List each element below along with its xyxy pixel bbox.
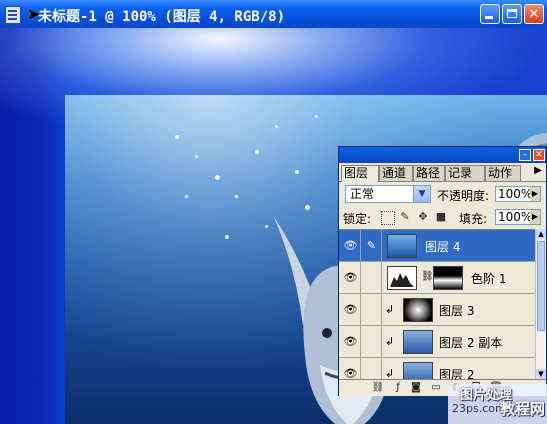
eye-icon[interactable]: 👁: [341, 294, 361, 325]
add-mask-icon[interactable]: ◙: [409, 381, 423, 394]
link-slot[interactable]: [362, 326, 382, 357]
palette-close-button[interactable]: ✕: [533, 149, 545, 161]
lock-move-icon[interactable]: ✥: [417, 211, 429, 223]
fill-input[interactable]: 100% ▶: [495, 209, 541, 225]
chain-link-icon: ⛓: [421, 271, 434, 282]
lock-row: 锁定: ✎ ✥ ■ 填充: 100% ▶: [339, 207, 546, 227]
layer-thumbnail: [403, 298, 433, 322]
link-slot[interactable]: [362, 358, 382, 379]
link-layers-icon[interactable]: ⛓: [371, 381, 385, 394]
eye-icon[interactable]: 👁: [341, 230, 361, 261]
palette-tabs: 图层 通道 路径 记录 动作 ▶: [339, 163, 546, 182]
levels-adjustment-icon: [387, 266, 417, 290]
opacity-value: 100%: [498, 187, 533, 201]
layer-mask-thumbnail: [433, 266, 463, 290]
layer-name: 图层 3: [439, 304, 475, 318]
layers-scrollbar[interactable]: ▲ ▼: [535, 229, 546, 379]
link-slot[interactable]: [362, 262, 382, 293]
lock-label: 锁定:: [343, 212, 372, 226]
bubble: [315, 115, 318, 118]
chevron-down-icon[interactable]: ▼: [413, 186, 430, 202]
layer-row-levels[interactable]: 👁 ⛓ 色阶 1: [339, 262, 535, 294]
layer-name: 图层 2: [439, 368, 475, 380]
blend-row: 正常 ▼ 不透明度: 100% ▶: [339, 183, 546, 205]
layer-row-4[interactable]: 👁 ✎ 图层 4: [339, 230, 535, 262]
palette-titlebar[interactable]: – ✕: [339, 147, 546, 163]
eye-icon[interactable]: 👁: [341, 262, 361, 293]
bubble: [275, 125, 278, 128]
tab-actions[interactable]: 动作: [485, 165, 521, 181]
fill-label: 填充:: [459, 212, 488, 226]
eye-icon[interactable]: 👁: [341, 358, 361, 379]
layer-thumbnail: [403, 362, 433, 379]
bubble: [185, 195, 188, 198]
tab-history[interactable]: 记录: [445, 165, 485, 181]
layer-row-2-copy[interactable]: 👁 ↲ 图层 2 副本: [339, 326, 535, 358]
bubble: [235, 195, 238, 198]
layer-name: 图层 4: [425, 240, 461, 254]
fill-value: 100%: [498, 210, 533, 224]
brush-icon[interactable]: ✎: [362, 230, 382, 261]
bubble: [255, 150, 259, 154]
opacity-label: 不透明度:: [437, 189, 490, 203]
tab-channels[interactable]: 通道: [379, 165, 413, 181]
bubble: [195, 155, 198, 158]
palette-minimize-button[interactable]: –: [519, 149, 531, 161]
layer-name: 色阶 1: [471, 272, 507, 286]
tab-layers[interactable]: 图层: [341, 165, 379, 182]
palette-menu-arrow-icon[interactable]: ▶: [532, 165, 544, 179]
lock-transparency-icon[interactable]: [381, 211, 395, 225]
bubble: [225, 235, 229, 239]
minimize-button[interactable]: [480, 4, 500, 24]
watermark-text-3: 教程网: [500, 400, 546, 418]
blend-mode-value: 正常: [350, 187, 375, 201]
scroll-thumb[interactable]: [537, 241, 545, 331]
maximize-button[interactable]: [502, 4, 522, 24]
lock-brush-icon[interactable]: ✎: [399, 211, 411, 223]
bubble: [175, 135, 179, 139]
fill-arrow-icon[interactable]: ▶: [530, 210, 540, 224]
lock-all-icon[interactable]: ■: [435, 211, 447, 223]
layer-row-3[interactable]: 👁 ↲ 图层 3: [339, 294, 535, 326]
clipping-arrow-icon: ↲: [385, 303, 395, 316]
opacity-arrow-icon[interactable]: ▶: [530, 187, 540, 201]
bubble: [215, 175, 220, 180]
window-title: 未标题-1 @ 100% (图层 4, RGB/8): [38, 9, 286, 25]
layers-list: 👁 ✎ 图层 4 👁 ⛓ 色阶 1 👁 ↲ 图层 3 👁 ↲ 图层 2 副本 👁…: [339, 229, 535, 380]
tab-paths[interactable]: 路径: [413, 165, 445, 181]
clipping-arrow-icon: ↲: [385, 335, 395, 348]
eye-icon[interactable]: 👁: [341, 326, 361, 357]
document-icon: [5, 6, 21, 24]
layer-thumbnail: [387, 234, 417, 258]
layer-thumbnail: [403, 330, 433, 354]
opacity-input[interactable]: 100% ▶: [495, 186, 541, 202]
layer-row-2[interactable]: 👁 ↲ 图层 2: [339, 358, 535, 380]
scroll-up-icon[interactable]: ▲: [536, 229, 546, 239]
layer-style-icon[interactable]: ƒ: [391, 381, 405, 394]
new-group-icon[interactable]: ▭: [429, 381, 443, 394]
watermark-text-2: 23ps.com: [452, 402, 506, 415]
close-button[interactable]: ✕: [524, 4, 544, 24]
layers-palette[interactable]: – ✕ 图层 通道 路径 记录 动作 ▶ 正常 ▼ 不透明度: 100% ▶ 锁…: [338, 146, 547, 396]
layer-name: 图层 2 副本: [439, 336, 503, 350]
bubble: [295, 170, 299, 174]
window-titlebar[interactable]: ➤ 未标题-1 @ 100% (图层 4, RGB/8) ✕: [0, 0, 547, 28]
scroll-down-icon[interactable]: ▼: [536, 369, 546, 379]
link-slot[interactable]: [362, 294, 382, 325]
blend-mode-select[interactable]: 正常 ▼: [345, 185, 431, 203]
